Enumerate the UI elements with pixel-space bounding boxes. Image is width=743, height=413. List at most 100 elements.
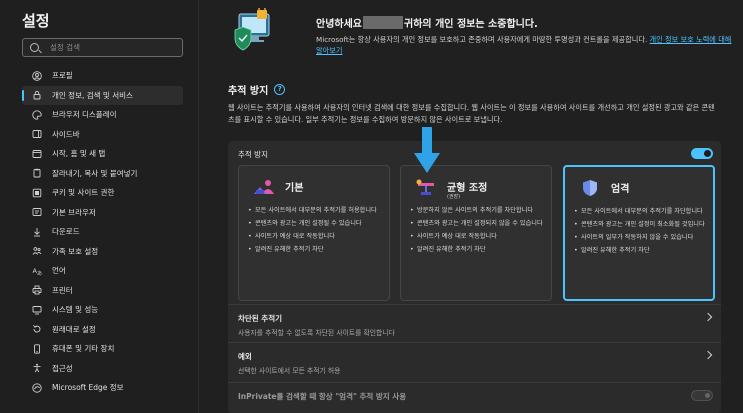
search-input[interactable] bbox=[50, 41, 178, 54]
section-title-text: 추적 방지 bbox=[228, 86, 269, 97]
privacy-intro-text: Microsoft는 항상 사용자의 개인 정보를 보호하고 존중하며 사용자에… bbox=[316, 35, 648, 44]
tracking-prevention-card: 추적 방지 기본 모든 사이트에서 대부분의 추적기를 허용합니다 콘텐츠와 광… bbox=[228, 141, 721, 413]
sidebar-icon bbox=[32, 129, 42, 139]
sidebar-item-label: 브라우저 디스플레이 bbox=[52, 110, 117, 120]
sidebar-item-privacy[interactable]: 개인 정보, 검색 및 서비스 bbox=[22, 85, 183, 105]
sidebar-item-label: Microsoft Edge 정보 bbox=[52, 383, 124, 393]
sidebar-item-cookies[interactable]: 쿠키 및 사이트 권한 bbox=[22, 183, 183, 203]
sidebar-item-printers[interactable]: 프린터 bbox=[22, 281, 183, 301]
sidebar-item-label: 잘라내기, 복사 및 붙여넣기 bbox=[52, 168, 138, 178]
sidebar-item-label: 프로필 bbox=[52, 71, 73, 81]
sidebar-item-label: 프린터 bbox=[52, 285, 73, 295]
sidebar-item-downloads[interactable]: 다운로드 bbox=[22, 222, 183, 242]
option-basic[interactable]: 기본 모든 사이트에서 대부분의 추적기를 허용합니다 콘텐츠와 광고는 개인 … bbox=[238, 165, 390, 301]
tracking-prevention-heading: 추적 방지 ? bbox=[228, 82, 286, 97]
inprivate-toggle[interactable] bbox=[691, 390, 713, 401]
inprivate-row: InPrivate를 검색할 때 항상 "엄격" 추적 방지 사용 bbox=[228, 382, 721, 413]
sidebar-item-system[interactable]: 시스템 및 성능 bbox=[22, 300, 183, 320]
option-bullet: 사이트의 일부가 작동하지 않을 수 있습니다 bbox=[573, 233, 709, 242]
sidebar-item-label: 휴대폰 및 기타 장치 bbox=[52, 344, 115, 354]
option-bullet: 사이트가 예상 대로 작동합니다 bbox=[247, 232, 383, 241]
sidebar-item-display[interactable]: 브라우저 디스플레이 bbox=[22, 105, 183, 125]
sidebar-item-label: 시작, 홈 및 새 탭 bbox=[52, 149, 106, 159]
sidebar-item-label: 기본 브라우저 bbox=[52, 207, 96, 217]
redacted-username bbox=[363, 16, 403, 29]
blocked-trackers-row[interactable]: 차단된 추적기 사용자를 추적할 수 없도록 차단된 사이트를 확인합니다 bbox=[228, 304, 721, 338]
sidebar-item-family[interactable]: 가족 보호 설정 bbox=[22, 242, 183, 262]
sidebar-item-about[interactable]: Microsoft Edge 정보 bbox=[22, 378, 183, 398]
printer-icon bbox=[32, 285, 42, 295]
sidebar-item-start[interactable]: 시작, 홈 및 새 탭 bbox=[22, 144, 183, 164]
svg-text:あ: あ bbox=[37, 271, 42, 276]
option-bullet: 방문하지 않은 사이트의 추적기를 차단합니다 bbox=[409, 206, 545, 215]
tracking-description: 웹 사이트는 추적기를 사용하여 사용자의 인터넷 검색에 대한 정보를 수집합… bbox=[228, 103, 715, 124]
sidebar-item-label: 개인 정보, 검색 및 서비스 bbox=[52, 90, 133, 100]
sidebar-nav: 프로필 개인 정보, 검색 및 서비스 브라우저 디스플레이 사이드바 시작, … bbox=[22, 66, 183, 398]
sidebar-item-clipboard[interactable]: 잘라내기, 복사 및 붙여넣기 bbox=[22, 164, 183, 184]
settings-sidebar: 설정 프로필 개인 정보, 검색 및 서비스 브라우저 디스플레이 bbox=[0, 0, 199, 413]
privacy-intro: Microsoft는 항상 사용자의 개인 정보를 보호하고 존중하며 사용자에… bbox=[316, 34, 736, 56]
row-desc: 사용자를 추적할 수 없도록 차단된 사이트를 확인합니다 bbox=[238, 329, 395, 337]
sidebar-item-label: 접근성 bbox=[52, 363, 73, 373]
row-desc: 선택한 사이트에서 모든 추적기 허용 bbox=[238, 367, 341, 375]
option-bullet: 콘텐츠와 광고는 개인 설정이 최소화될 것입니다 bbox=[573, 220, 709, 229]
sidebar-item-label: 시스템 및 성능 bbox=[52, 305, 99, 315]
option-bullets: 모든 사이트에서 대부분의 추적기를 허용합니다 콘텐츠와 광고는 개인 설정될… bbox=[247, 206, 383, 258]
sidebar-title: 설정 bbox=[22, 12, 50, 30]
system-icon bbox=[32, 305, 42, 315]
download-icon bbox=[32, 227, 42, 237]
option-title: 엄격 bbox=[611, 184, 630, 195]
sidebar-item-sidebar[interactable]: 사이드바 bbox=[22, 125, 183, 145]
search-icon bbox=[30, 43, 39, 52]
lock-icon bbox=[32, 90, 42, 100]
family-icon bbox=[32, 246, 42, 256]
tracking-toggle[interactable] bbox=[691, 148, 713, 159]
sidebar-item-phone[interactable]: 휴대폰 및 기타 장치 bbox=[22, 339, 183, 359]
sidebar-item-accessibility[interactable]: 접근성 bbox=[22, 359, 183, 379]
option-bullet: 모든 사이트에서 대부분의 추적기를 차단합니다 bbox=[573, 207, 709, 216]
option-bullet: 모든 사이트에서 대부분의 추적기를 허용합니다 bbox=[247, 206, 383, 215]
option-title: 균형 조정 bbox=[447, 183, 488, 194]
option-balanced[interactable]: 균형 조정 (권장) 방문하지 않은 사이트의 추적기를 차단합니다 콘텐츠와 … bbox=[400, 165, 552, 301]
chevron-right-icon bbox=[703, 312, 713, 322]
balanced-icon bbox=[416, 179, 434, 195]
reset-icon bbox=[32, 324, 42, 334]
row-title: 차단된 추적기 bbox=[238, 314, 283, 323]
sidebar-item-label: 가족 보호 설정 bbox=[52, 246, 99, 256]
option-recommended: (권장) bbox=[447, 194, 461, 200]
help-icon[interactable]: ? bbox=[274, 84, 286, 95]
option-strict[interactable]: 엄격 모든 사이트에서 대부분의 추적기를 차단합니다 콘텐츠와 광고는 개인 … bbox=[563, 165, 715, 301]
shield-icon bbox=[583, 180, 597, 196]
edge-icon bbox=[32, 383, 42, 393]
option-title: 기본 bbox=[285, 183, 304, 194]
phone-icon bbox=[32, 344, 42, 354]
sidebar-item-label: 쿠키 및 사이트 권한 bbox=[52, 188, 115, 198]
tracking-toggle-label: 추적 방지 bbox=[238, 150, 268, 159]
palette-icon bbox=[32, 110, 42, 120]
sidebar-item-reset[interactable]: 원래대로 설정 bbox=[22, 320, 183, 340]
greeting-prefix: 안녕하세요 bbox=[316, 19, 362, 30]
exceptions-row[interactable]: 예외 선택한 사이트에서 모든 추적기 허용 bbox=[228, 342, 721, 376]
search-box[interactable] bbox=[22, 38, 183, 57]
option-bullet: 콘텐츠와 광고는 개인 설정될 수 있습니다 bbox=[247, 219, 383, 228]
option-bullet: 사이트가 예상 대로 작동합니다 bbox=[409, 232, 545, 241]
profile-icon bbox=[32, 70, 42, 81]
sidebar-item-default-browser[interactable]: 기본 브라우저 bbox=[22, 203, 183, 223]
language-icon: Aあ bbox=[32, 266, 43, 276]
basic-icon bbox=[254, 180, 274, 194]
sidebar-item-label: 사이드바 bbox=[52, 129, 80, 139]
sidebar-item-label: 다운로드 bbox=[52, 227, 80, 237]
sidebar-item-label: 언어 bbox=[52, 266, 66, 276]
greeting-suffix: 귀하의 개인 정보는 소중합니다. bbox=[404, 19, 538, 30]
privacy-illustration bbox=[234, 8, 270, 51]
accessibility-icon bbox=[32, 363, 42, 373]
option-bullet: 알려진 유해한 추적기 차단 bbox=[409, 245, 545, 254]
sidebar-item-profile[interactable]: 프로필 bbox=[22, 66, 183, 86]
sidebar-item-language[interactable]: Aあ 언어 bbox=[22, 261, 183, 281]
annotation-arrow-icon bbox=[414, 127, 440, 173]
option-bullets: 모든 사이트에서 대부분의 추적기를 차단합니다 콘텐츠와 광고는 개인 설정이… bbox=[573, 207, 709, 259]
browser-icon bbox=[32, 207, 42, 217]
inprivate-label: InPrivate를 검색할 때 항상 "엄격" 추적 방지 사용 bbox=[238, 392, 407, 401]
cookie-icon bbox=[32, 188, 42, 198]
clipboard-icon bbox=[32, 168, 42, 178]
